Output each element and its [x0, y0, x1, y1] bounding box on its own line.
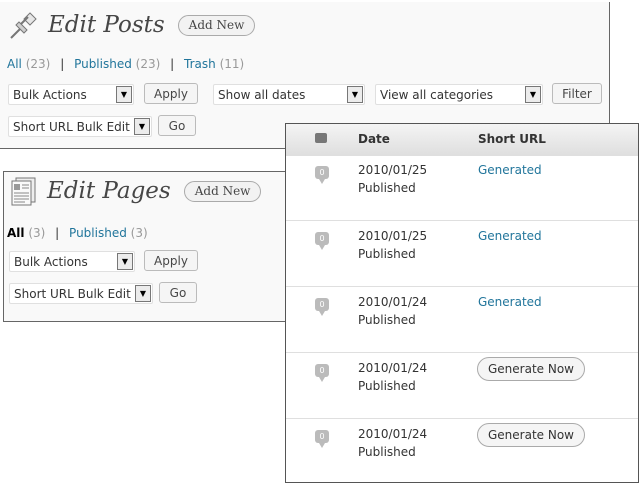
bulk-actions-value: Bulk Actions — [13, 87, 87, 102]
filter-published-count: (23) — [135, 57, 161, 71]
table-row: 0 2010/01/25 Published Generated — [286, 155, 638, 221]
add-new-post-button[interactable]: Add New — [177, 14, 256, 36]
column-header-date[interactable]: Date — [358, 132, 390, 146]
separator: | — [170, 57, 175, 71]
separator: | — [55, 226, 60, 240]
filter-all-count: (3) — [28, 226, 46, 240]
pages-icon — [7, 175, 39, 207]
date-cell: 2010/01/24 Published — [358, 293, 427, 329]
short-url-generated-link[interactable]: Generated — [478, 227, 542, 245]
comment-count-bubble[interactable]: 0 — [315, 232, 329, 250]
short-url-generated-link[interactable]: Generated — [478, 161, 542, 179]
table-header: Date Short URL — [286, 124, 638, 156]
pages-title-row: Edit Pages Add New — [7, 175, 262, 207]
comment-count-bubble[interactable]: 0 — [315, 430, 329, 448]
page-status-filters: All (3) | Published (3) — [7, 226, 148, 240]
filter-button[interactable]: Filter — [552, 83, 602, 104]
column-header-short-url[interactable]: Short URL — [478, 132, 546, 146]
dates-value: Show all dates — [218, 87, 306, 102]
comment-count-bubble[interactable]: 0 — [315, 364, 329, 382]
filter-all-link[interactable]: All — [7, 57, 22, 71]
go-button[interactable]: Go — [159, 282, 197, 303]
date-cell: 2010/01/24 Published — [358, 425, 427, 461]
date-value: 2010/01/24 — [358, 427, 428, 441]
table-row: 0 2010/01/24 Published Generated — [286, 287, 638, 353]
status-value: Published — [358, 247, 416, 261]
table-row: 0 2010/01/24 Published Generate Now — [286, 419, 638, 482]
bulk-actions-select[interactable]: Bulk Actions ▼ — [8, 84, 134, 105]
date-value: 2010/01/25 — [358, 229, 428, 243]
comment-count-bubble[interactable]: 0 — [315, 298, 329, 316]
filter-all-link[interactable]: All — [7, 226, 25, 240]
filter-all-count: (23) — [25, 57, 51, 71]
short-url-table: Date Short URL 0 2010/01/25 Published Ge… — [285, 123, 639, 483]
short-url-bulk-edit-select[interactable]: Short URL Bulk Edit ▼ — [8, 116, 152, 137]
status-value: Published — [358, 313, 416, 327]
date-value: 2010/01/25 — [358, 163, 428, 177]
short-url-bulk-edit-value: Short URL Bulk Edit — [13, 119, 130, 134]
status-value: Published — [358, 445, 416, 459]
posts-title-row: Edit Posts Add New — [8, 9, 256, 41]
date-cell: 2010/01/25 Published — [358, 161, 427, 197]
add-new-page-button[interactable]: Add New — [183, 180, 262, 202]
go-button[interactable]: Go — [158, 115, 196, 136]
bulk-actions-select[interactable]: Bulk Actions ▼ — [9, 251, 135, 272]
separator: | — [60, 57, 65, 71]
dates-select[interactable]: Show all dates ▼ — [213, 84, 365, 105]
apply-button[interactable]: Apply — [144, 83, 198, 104]
short-url-generated-link[interactable]: Generated — [478, 293, 542, 311]
pushpin-icon — [8, 9, 40, 41]
bulk-actions-value: Bulk Actions — [14, 254, 88, 269]
table-row: 0 2010/01/25 Published Generated — [286, 221, 638, 287]
page-title: Edit Posts — [48, 12, 165, 38]
chevron-down-icon: ▼ — [117, 253, 133, 270]
generate-now-button[interactable]: Generate Now — [477, 423, 585, 447]
chevron-down-icon: ▼ — [347, 86, 363, 103]
chevron-down-icon: ▼ — [116, 86, 132, 103]
status-value: Published — [358, 379, 416, 393]
generate-now-button[interactable]: Generate Now — [477, 357, 585, 381]
chevron-down-icon: ▼ — [134, 118, 150, 135]
categories-select[interactable]: View all categories ▼ — [375, 84, 543, 105]
apply-button[interactable]: Apply — [144, 250, 198, 271]
filter-published-count: (3) — [130, 226, 148, 240]
status-value: Published — [358, 181, 416, 195]
edit-pages-panel: Edit Pages Add New All (3) | Published (… — [3, 171, 289, 322]
table-row: 0 2010/01/24 Published Generate Now — [286, 353, 638, 419]
post-status-filters: All (23) | Published (23) | Trash (11) — [7, 57, 244, 71]
date-cell: 2010/01/25 Published — [358, 227, 427, 263]
short-url-bulk-edit-select[interactable]: Short URL Bulk Edit ▼ — [9, 283, 153, 304]
short-url-bulk-edit-value: Short URL Bulk Edit — [14, 286, 131, 301]
date-value: 2010/01/24 — [358, 295, 428, 309]
date-value: 2010/01/24 — [358, 361, 428, 375]
chevron-down-icon: ▼ — [135, 285, 151, 302]
filter-trash-link[interactable]: Trash — [184, 57, 216, 71]
filter-published-link[interactable]: Published — [69, 226, 127, 240]
chevron-down-icon: ▼ — [525, 86, 541, 103]
comment-bubble-icon[interactable] — [315, 133, 327, 143]
page-title: Edit Pages — [47, 178, 171, 204]
categories-value: View all categories — [380, 87, 494, 102]
filter-trash-count: (11) — [219, 57, 245, 71]
filter-published-link[interactable]: Published — [74, 57, 132, 71]
date-cell: 2010/01/24 Published — [358, 359, 427, 395]
comment-count-bubble[interactable]: 0 — [315, 166, 329, 184]
